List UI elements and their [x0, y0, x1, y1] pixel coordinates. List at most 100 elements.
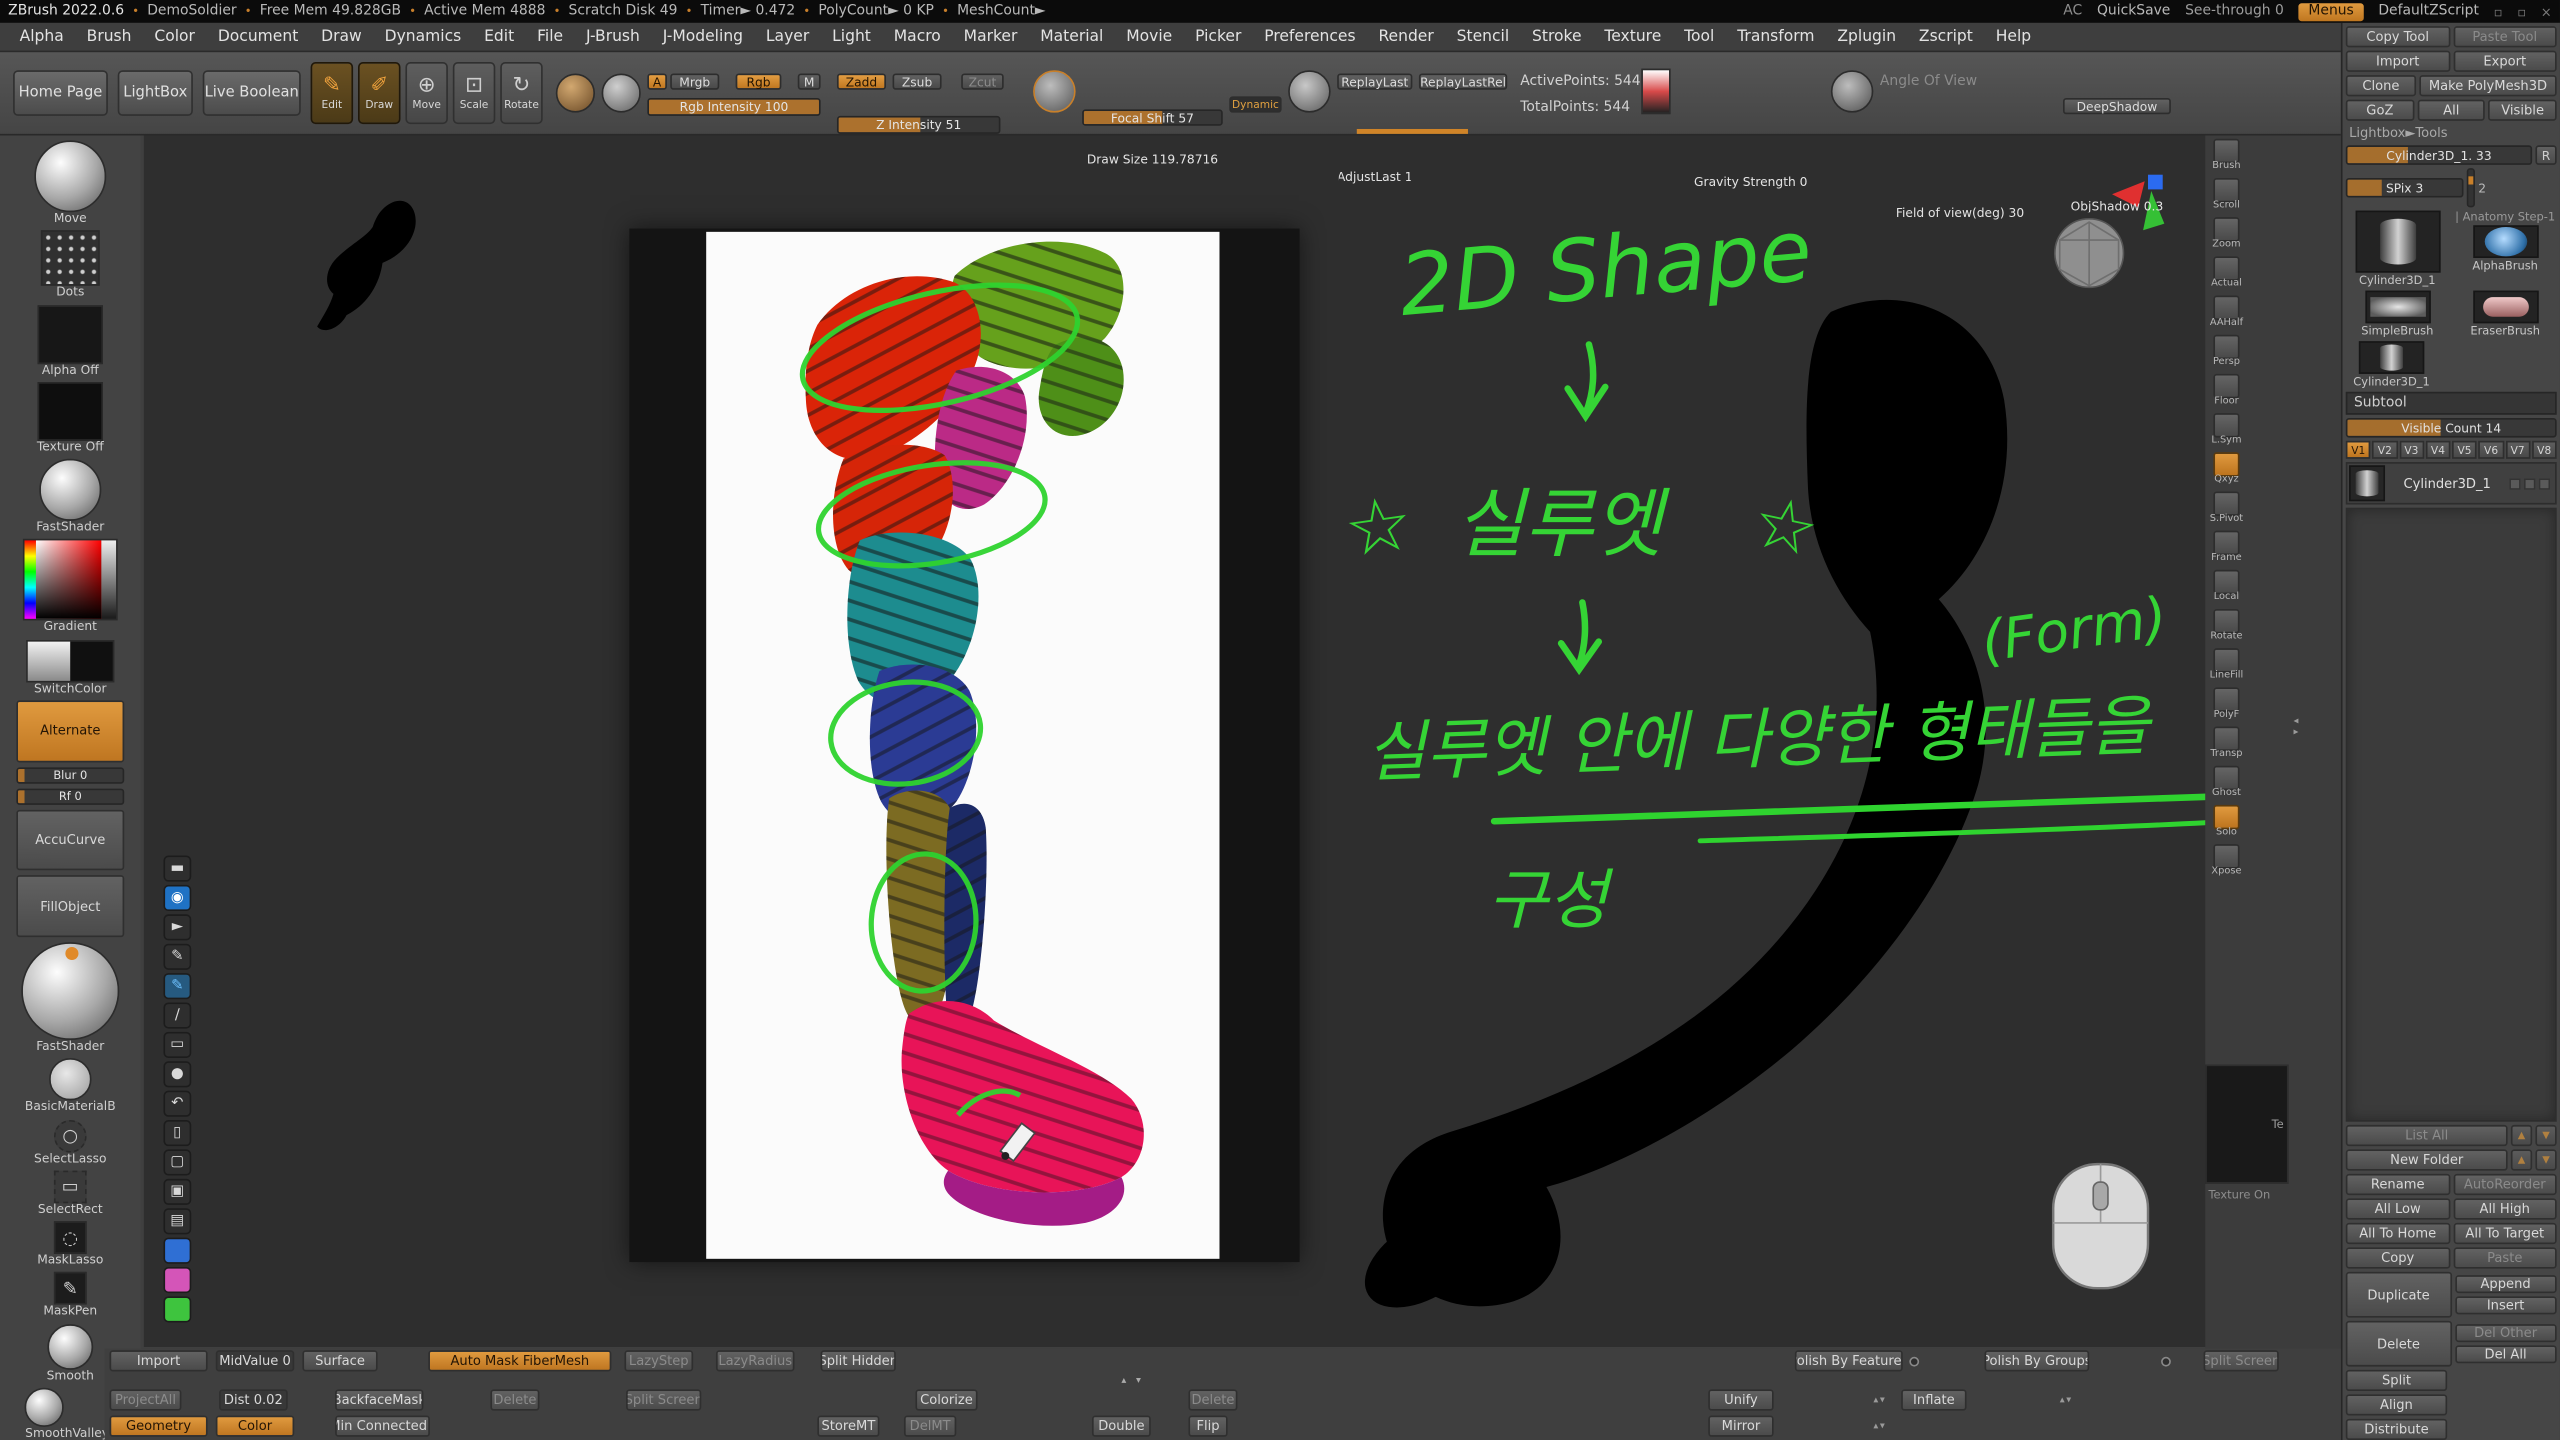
shelf-tool[interactable]: PolyF — [2213, 687, 2239, 720]
insert-button[interactable]: Insert — [2455, 1296, 2557, 1314]
mask-lasso-button[interactable]: ◌ MaskLasso — [37, 1221, 103, 1267]
annotation-tool[interactable]: ✎ — [163, 944, 191, 970]
del-other-button[interactable]: Del Other — [2455, 1324, 2557, 1342]
annotation-tool[interactable]: ► — [163, 914, 191, 940]
window-minimize-icon[interactable]: ▫ — [2494, 4, 2503, 19]
move-up-icon[interactable]: ▲ — [2511, 1125, 2532, 1146]
menu-item[interactable]: Preferences — [1253, 28, 1367, 46]
annotation-tool[interactable]: ▤ — [163, 1208, 191, 1234]
menu-item[interactable]: Light — [821, 28, 883, 46]
menu-item[interactable]: File — [526, 28, 575, 46]
view-tab[interactable]: V4 — [2425, 441, 2450, 459]
menu-item[interactable]: Picker — [1184, 28, 1253, 46]
lightbox-button[interactable]: LightBox — [118, 70, 193, 116]
current-tool-thumb[interactable] — [2355, 211, 2440, 273]
shelf-tool[interactable]: AAHalf — [2210, 296, 2243, 329]
copy-subtool-button[interactable]: Copy — [2346, 1247, 2450, 1268]
replay-knob[interactable] — [1288, 70, 1331, 112]
mirror-button[interactable]: Mirror — [1708, 1416, 1773, 1437]
annotation-tool[interactable]: ▯ — [163, 1120, 191, 1146]
focal-shift-slider[interactable]: Focal Shift 57 — [1082, 109, 1223, 125]
quicksave-button[interactable]: QuickSave — [2097, 3, 2170, 19]
vertical-slider[interactable] — [2467, 168, 2475, 207]
menu-item[interactable]: Zscript — [1907, 28, 1984, 46]
fov-slider[interactable]: Field of view(deg) 30 — [1880, 204, 2040, 222]
draw-size-slider[interactable]: Draw Size 119.78716 — [1082, 150, 1223, 168]
shelf-tool[interactable]: Scroll — [2213, 178, 2240, 211]
lazystep-button[interactable]: LazyStep — [624, 1350, 693, 1371]
all-to-home-button[interactable]: All To Home — [2346, 1223, 2450, 1244]
smooth-brush-thumb[interactable]: Smooth — [47, 1323, 94, 1382]
shelf-tool[interactable]: Actual — [2211, 256, 2242, 289]
subtool-list-empty[interactable] — [2346, 508, 2557, 1122]
menu-item[interactable]: Dynamics — [373, 28, 472, 46]
projectall-button[interactable]: ProjectAll — [110, 1389, 182, 1410]
all-high-button[interactable]: All High — [2453, 1198, 2557, 1219]
menu-item[interactable]: Stroke — [1521, 28, 1593, 46]
cylinder-thumb[interactable] — [2359, 341, 2424, 374]
auto-mask-fibermesh-button[interactable]: Auto Mask FiberMesh — [428, 1350, 611, 1371]
lightbox-tools-label[interactable]: Lightbox►Tools — [2346, 124, 2557, 142]
annotation-tool[interactable] — [163, 1238, 191, 1264]
color-picker[interactable]: Gradient — [23, 539, 118, 634]
scale-button[interactable]: ⊡ Scale — [453, 62, 496, 124]
current-material-thumb[interactable]: FastShader — [21, 942, 119, 1053]
all-low-button[interactable]: All Low — [2346, 1198, 2450, 1219]
menu-item[interactable]: Marker — [952, 28, 1029, 46]
rotate-button[interactable]: ↻ Rotate — [500, 62, 543, 124]
window-restore-icon[interactable]: ▫ — [2517, 4, 2526, 19]
autoreorder-button[interactable]: AutoReorder — [2453, 1174, 2557, 1195]
all-to-target-button[interactable]: All To Target — [2453, 1223, 2557, 1244]
material-thumb[interactable]: FastShader — [36, 459, 104, 535]
subtool-list-item[interactable]: Cylinder3D_1 — [2346, 462, 2557, 504]
annotation-tool[interactable]: ▬ — [163, 856, 191, 882]
zcut-button[interactable]: Zcut — [961, 73, 1004, 89]
alpha-brush-thumb[interactable] — [2472, 225, 2537, 258]
view-tab[interactable]: V3 — [2399, 441, 2424, 459]
subtool-section-header[interactable]: Subtool — [2346, 392, 2557, 415]
live-boolean-button[interactable]: Live Boolean — [203, 70, 301, 116]
shelf-tool[interactable]: S.Pivot — [2210, 491, 2243, 524]
menu-item[interactable]: Layer — [754, 28, 820, 46]
clone-button[interactable]: Clone — [2346, 75, 2416, 96]
duplicate-button[interactable]: Duplicate — [2346, 1272, 2451, 1318]
append-button[interactable]: Append — [2455, 1275, 2557, 1293]
mrgb-button[interactable]: Mrgb — [670, 73, 719, 89]
delete-subtool-button[interactable]: Delete — [2346, 1321, 2451, 1367]
replay-last-rel-button[interactable]: ReplayLastRel — [1419, 73, 1507, 89]
draw-button[interactable]: ✐ Draw — [358, 62, 401, 124]
split-button[interactable]: Split — [2346, 1370, 2447, 1391]
view-tab[interactable]: V8 — [2532, 441, 2557, 459]
polish-features-radio[interactable] — [1909, 1357, 1919, 1367]
stroke-knob[interactable] — [602, 73, 641, 112]
view-tab[interactable]: V6 — [2479, 441, 2504, 459]
menu-item[interactable]: Brush — [75, 28, 143, 46]
view-tab[interactable]: V1 — [2346, 441, 2371, 459]
shelf-tool[interactable]: Xpose — [2211, 844, 2241, 877]
menu-item[interactable]: J-Brush — [575, 28, 652, 46]
menu-item[interactable]: J-Modeling — [651, 28, 754, 46]
sculpt-canvas[interactable]: 2D Shape ☆ 실루엣 ☆ (Form) 실루엣 안에 다양한 형태들을 … — [144, 136, 2207, 1347]
menu-item[interactable]: Material — [1029, 28, 1115, 46]
menu-item[interactable]: Alpha — [8, 28, 75, 46]
inflate-button[interactable]: Inflate — [1901, 1389, 1966, 1410]
brush-thumb[interactable]: Move — [34, 140, 106, 225]
annotation-tool[interactable]: ● — [163, 1061, 191, 1087]
zsub-button[interactable]: Zsub — [893, 73, 942, 89]
unify-button[interactable]: Unify — [1708, 1389, 1773, 1410]
spix-slider[interactable]: SPix 3 — [2346, 178, 2464, 198]
visible-count-slider[interactable]: Visible Count 14 — [2346, 418, 2557, 438]
replay-last-button[interactable]: ReplayLast — [1337, 73, 1412, 89]
a-toggle[interactable]: A — [647, 73, 667, 89]
copy-tool-button[interactable]: Copy Tool — [2346, 26, 2450, 47]
menu-item[interactable]: Stencil — [1445, 28, 1520, 46]
obj-shadow-slider[interactable]: ObjShadow 0.3 — [2063, 198, 2171, 214]
folder-down-icon[interactable]: ▼ — [2535, 1149, 2556, 1170]
dist-slider[interactable]: Dist 0.02 — [219, 1389, 288, 1410]
subtool-icons[interactable] — [2509, 478, 2553, 489]
shelf-tool[interactable]: L.Sym — [2211, 413, 2241, 446]
texture-preview[interactable]: Te — [2205, 1065, 2288, 1184]
select-rect-button[interactable]: ▭ SelectRect — [38, 1170, 103, 1216]
import-button[interactable]: Import — [110, 1350, 208, 1371]
view-tab[interactable]: V5 — [2452, 441, 2477, 459]
